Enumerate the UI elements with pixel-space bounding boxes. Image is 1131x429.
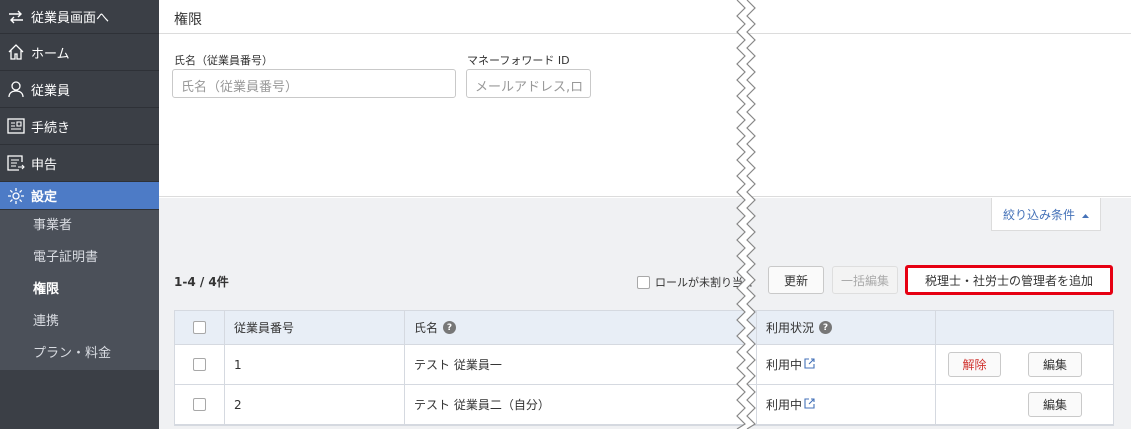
person-icon: [6, 79, 26, 99]
select-all-cell: [175, 311, 225, 344]
result-count: 1-4 / 4件: [174, 275, 229, 289]
name-cell: テスト 従業員一: [405, 345, 757, 384]
external-link-icon: [804, 397, 815, 412]
permissions-table: 従業員番号 氏名 ? 利用状況 ? 1 テスト 従業員一 利用中 解除 編集 2…: [174, 310, 1114, 426]
actions-cell: 解除 編集: [936, 345, 1113, 384]
name-cell: テスト 従業員二（自分）: [405, 385, 757, 424]
page-title: 権限: [159, 0, 1131, 34]
mf-id-filter-label: マネーフォワード ID: [467, 54, 570, 67]
sidebar-item-label: 申告: [31, 157, 58, 173]
unassigned-role-checkbox[interactable]: [637, 275, 650, 289]
sidebar-item-label: ホーム: [31, 46, 70, 62]
status-cell: 利用中: [757, 385, 936, 424]
submenu-item-permissions[interactable]: 権限: [0, 274, 159, 306]
row-select-cell: [175, 385, 225, 424]
sidebar-item-employees[interactable]: 従業員: [0, 71, 159, 108]
header-status-label: 利用状況: [766, 321, 815, 335]
caret-up-icon: [1082, 207, 1089, 221]
main-content: 権限 氏名（従業員番号） 氏名（従業員番号） マネーフォワード ID メールアド…: [159, 0, 1131, 429]
help-icon[interactable]: ?: [443, 321, 457, 334]
sidebar-item-label: 設定: [31, 190, 58, 205]
home-icon: [6, 42, 26, 62]
sidebar-item-home[interactable]: ホーム: [0, 34, 159, 71]
table-row: 1 テスト 従業員一 利用中 解除 編集: [175, 345, 1113, 385]
add-tax-accountant-admin-button[interactable]: 税理士・社労士の管理者を追加: [905, 265, 1113, 295]
switch-arrows-icon: [6, 7, 26, 27]
header-name: 氏名 ?: [405, 311, 757, 344]
settings-submenu: 事業者 電子証明書 権限 連携 プラン・料金: [0, 210, 159, 370]
table-row: 2 テスト 従業員二（自分） 利用中 編集: [175, 385, 1113, 425]
unassigned-role-label: ロールが未割り当て: [655, 276, 754, 289]
table-header-row: 従業員番号 氏名 ? 利用状況 ?: [175, 311, 1113, 345]
header-status: 利用状況 ?: [757, 311, 936, 344]
gear-icon: [6, 186, 26, 206]
sidebar-item-label: 手続き: [31, 120, 71, 136]
employee-number-cell: 2: [225, 385, 405, 424]
procedure-icon: [6, 116, 26, 136]
help-icon[interactable]: ?: [819, 321, 833, 334]
app-root: 従業員画面へ ホーム 従業員 手続き 申告 設定 事業者 電子証明書 権限 連携…: [0, 0, 1131, 429]
submenu-item-integrations[interactable]: 連携: [0, 306, 159, 338]
filter-panel: 氏名（従業員番号） 氏名（従業員番号） マネーフォワード ID メールアドレス,…: [159, 34, 1131, 197]
unassigned-role-filter[interactable]: ロールが未割り当て: [637, 274, 754, 290]
sidebar-item-procedures[interactable]: 手続き: [0, 108, 159, 145]
filter-toggle-label: 絞り込み条件: [1002, 207, 1075, 222]
row-checkbox[interactable]: [193, 358, 206, 371]
select-all-checkbox[interactable]: [193, 321, 206, 334]
sidebar-item-label: 従業員: [31, 83, 71, 99]
submenu-item-business[interactable]: 事業者: [0, 210, 159, 242]
header-employee-number: 従業員番号: [225, 311, 405, 344]
header-actions: [936, 311, 1113, 344]
row-select-cell: [175, 345, 225, 384]
filter-toggle-button[interactable]: 絞り込み条件: [991, 198, 1101, 231]
submenu-item-plan[interactable]: プラン・料金: [0, 338, 159, 370]
row-checkbox[interactable]: [193, 398, 206, 411]
status-link[interactable]: 利用中: [766, 396, 802, 413]
declaration-icon: [6, 153, 26, 173]
external-link-icon: [804, 357, 815, 372]
remove-button[interactable]: 解除: [948, 352, 1001, 377]
actions-cell: 編集: [936, 385, 1113, 424]
edit-button[interactable]: 編集: [1028, 392, 1082, 417]
refresh-button[interactable]: 更新: [768, 266, 824, 294]
bulk-edit-button[interactable]: 一括編集: [832, 266, 898, 294]
mf-id-filter-input[interactable]: メールアドレス,ロ: [466, 69, 591, 98]
header-name-label: 氏名: [414, 321, 439, 335]
name-filter-input[interactable]: 氏名（従業員番号）: [172, 69, 456, 98]
sidebar-item-declarations[interactable]: 申告: [0, 145, 159, 182]
switch-to-employee-view[interactable]: 従業員画面へ: [0, 0, 159, 34]
status-link[interactable]: 利用中: [766, 356, 802, 373]
sidebar-item-settings[interactable]: 設定: [0, 182, 159, 210]
name-filter-label: 氏名（従業員番号）: [174, 54, 273, 67]
edit-button[interactable]: 編集: [1028, 352, 1082, 377]
employee-number-cell: 1: [225, 345, 405, 384]
submenu-item-certificate[interactable]: 電子証明書: [0, 242, 159, 274]
status-cell: 利用中: [757, 345, 936, 384]
switch-label: 従業員画面へ: [31, 11, 110, 26]
sidebar: 従業員画面へ ホーム 従業員 手続き 申告 設定 事業者 電子証明書 権限 連携…: [0, 0, 159, 429]
